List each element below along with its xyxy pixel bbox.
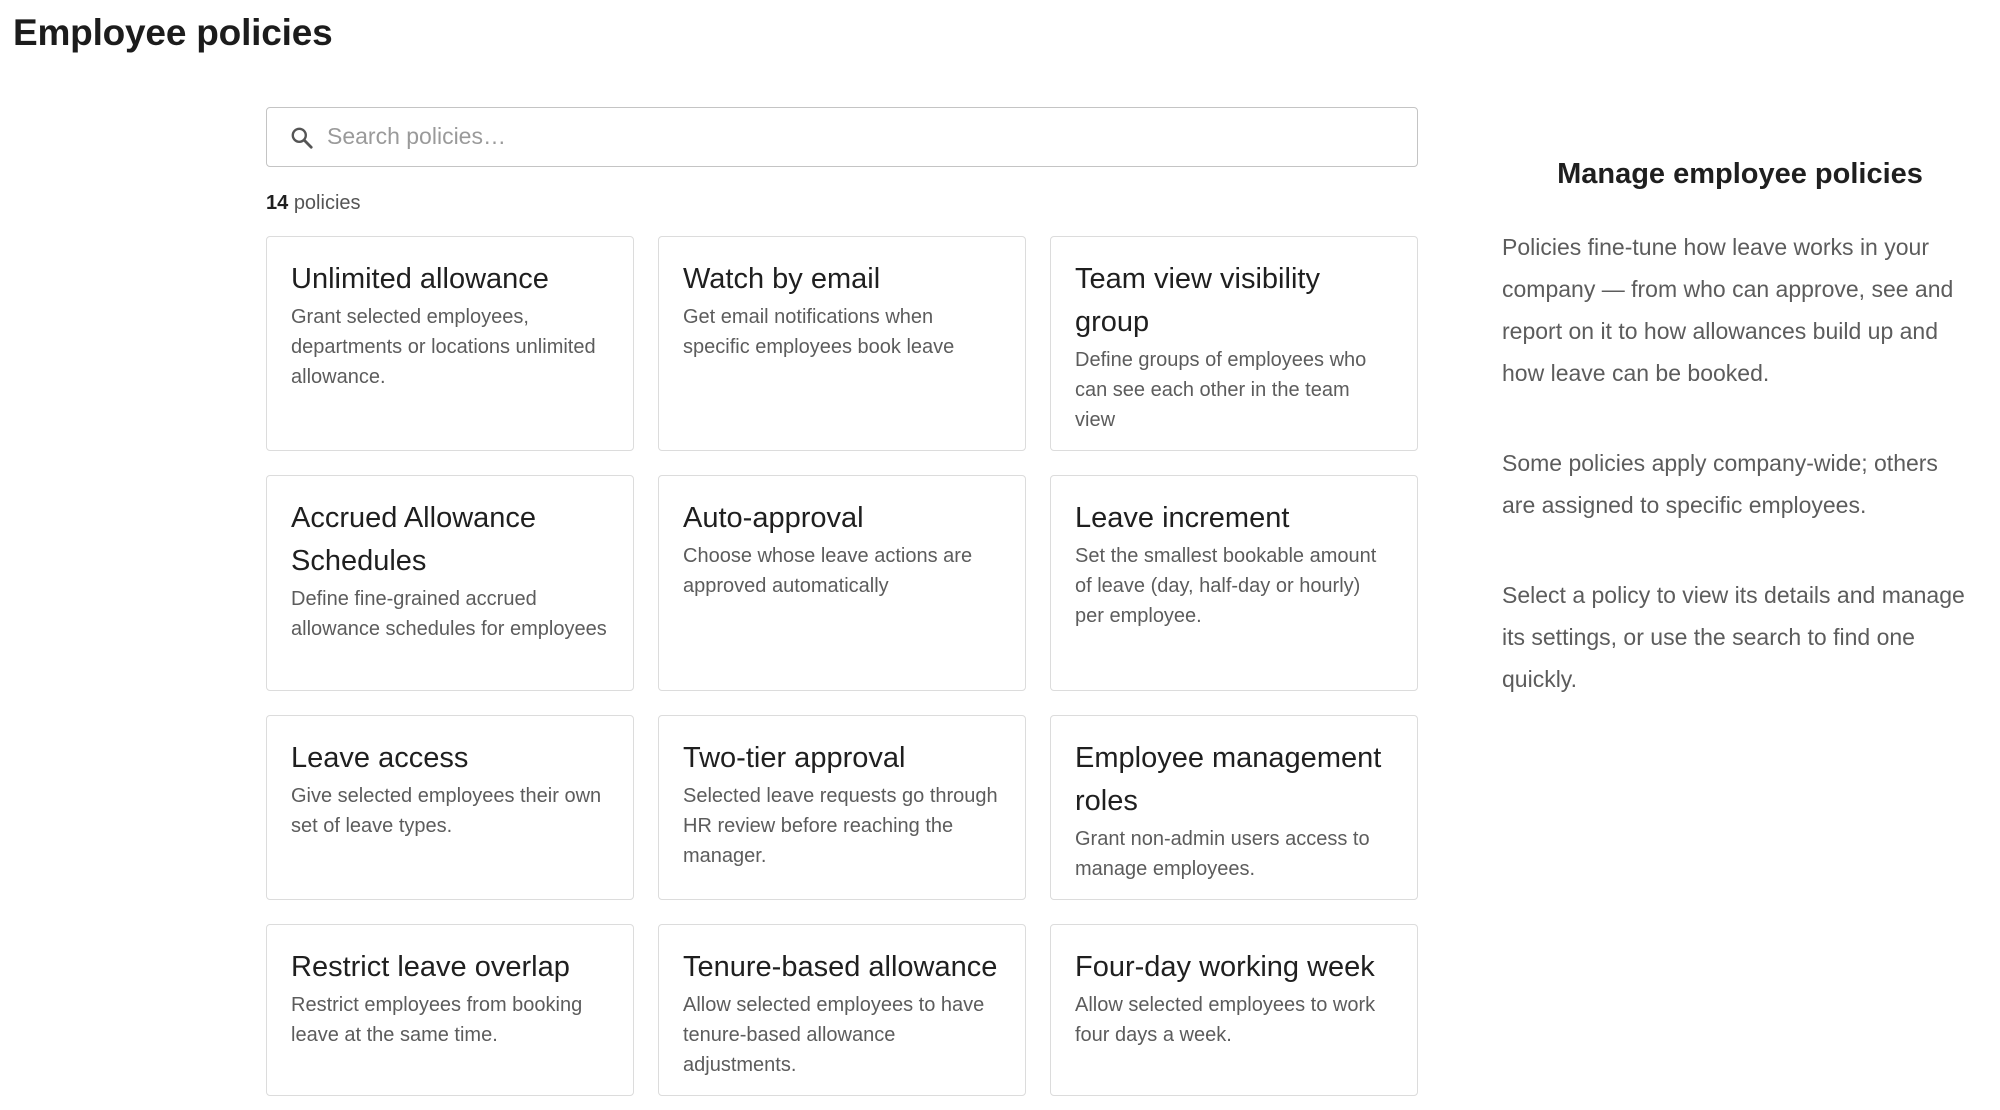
policy-card-leave-increment[interactable]: Leave increment Set the smallest bookabl… (1050, 475, 1418, 691)
policy-card-description: Grant non-admin users access to manage e… (1075, 828, 1370, 880)
page-title: Employee policies (13, 12, 333, 53)
policy-card-title: Unlimited allowance (291, 263, 549, 295)
policy-card-title: Leave access (291, 742, 469, 774)
policy-count-label: policies (293, 192, 361, 214)
policy-card-auto-approval[interactable]: Auto-approval Choose whose leave actions… (658, 475, 1026, 691)
policy-card-description: Grant selected employees, departments or… (291, 306, 596, 388)
policy-card-title: Tenure-based allowance (683, 951, 998, 983)
policy-card-employee-management-roles[interactable]: Employee management roles Grant non-admi… (1050, 715, 1418, 900)
policy-card-title: Leave increment (1075, 502, 1290, 534)
policy-card-team-view-visibility-group[interactable]: Team view visibility group Define groups… (1050, 236, 1418, 451)
search-input[interactable] (327, 108, 1397, 165)
sidebar-paragraph: Some policies apply company-wide; others… (1502, 450, 1938, 518)
policies-page: Employee policies 14 policies Unlimited … (0, 0, 2000, 1110)
policies-main: 14 policies Unlimited allowance Grant se… (266, 107, 1418, 1110)
policy-card-title: Auto-approval (683, 502, 864, 534)
policy-count-number: 14 (266, 192, 289, 214)
search-box[interactable] (266, 107, 1418, 167)
policy-card-tenure-based-allowance[interactable]: Tenure-based allowance Allow selected em… (658, 924, 1026, 1096)
policy-count: 14 policies (266, 192, 1418, 215)
policy-card-title: Employee management roles (1075, 742, 1382, 817)
policy-card-watch-by-email[interactable]: Watch by email Get email notifications w… (658, 236, 1026, 451)
policy-card-description: Selected leave requests go through HR re… (683, 785, 998, 867)
policy-card-title: Restrict leave overlap (291, 951, 570, 983)
policy-card-description: Give selected employees their own set of… (291, 785, 602, 837)
policy-card-description: Get email notifications when specific em… (683, 306, 955, 358)
policy-card-description: Allow selected employees to have tenure-… (683, 994, 985, 1076)
policy-card-title: Team view visibility group (1075, 263, 1320, 338)
policy-card-description: Set the smallest bookable amount of leav… (1075, 545, 1377, 627)
policy-card-title: Watch by email (683, 263, 881, 295)
search-icon (289, 125, 315, 151)
policy-card-restrict-leave-overlap[interactable]: Restrict leave overlap Restrict employee… (266, 924, 634, 1096)
info-sidebar: Manage employee policies Policies fine-t… (1502, 158, 1972, 700)
policy-card-description: Allow selected employees to work four da… (1075, 994, 1376, 1046)
policy-card-description: Restrict employees from booking leave at… (291, 994, 583, 1046)
policy-card-two-tier-approval[interactable]: Two-tier approval Selected leave request… (658, 715, 1026, 900)
policy-grid: Unlimited allowance Grant selected emplo… (266, 236, 1418, 1110)
policy-card-title: Two-tier approval (683, 742, 906, 774)
sidebar-paragraph: Select a policy to view its details and … (1502, 582, 1965, 692)
sidebar-paragraph: Policies fine-tune how leave works in yo… (1502, 234, 1954, 386)
policy-card-description: Define fine-grained accrued allowance sc… (291, 588, 607, 640)
sidebar-title: Manage employee policies (1557, 158, 1923, 190)
policy-card-title: Four-day working week (1075, 951, 1375, 983)
policy-card-leave-access[interactable]: Leave access Give selected employees the… (266, 715, 634, 900)
policy-card-accrued-allowance-schedules[interactable]: Accrued Allowance Schedules Define fine-… (266, 475, 634, 691)
policy-card-description: Choose whose leave actions are approved … (683, 545, 973, 597)
policy-card-description: Define groups of employees who can see e… (1075, 349, 1367, 431)
policy-card-title: Accrued Allowance Schedules (291, 502, 537, 577)
policy-card-four-day-working-week[interactable]: Four-day working week Allow selected emp… (1050, 924, 1418, 1096)
policy-card-unlimited-allowance[interactable]: Unlimited allowance Grant selected emplo… (266, 236, 634, 451)
